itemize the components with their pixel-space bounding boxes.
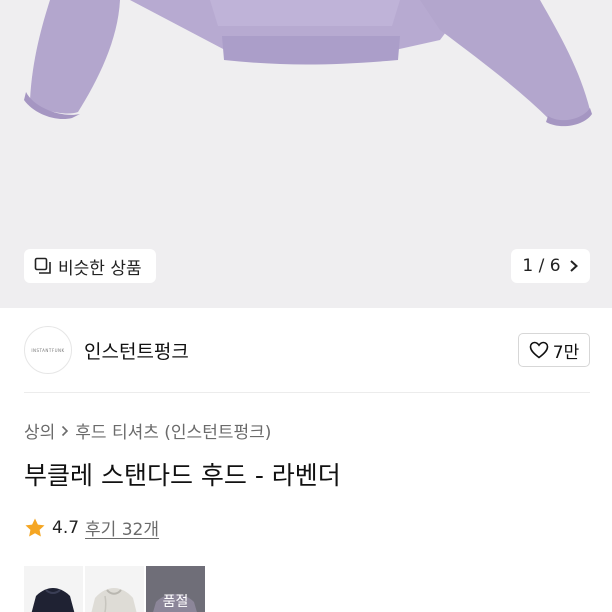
navy-hoodie-thumbnail	[31, 588, 75, 612]
product-title: 부클레 스탠다드 후드 - 라벤더	[24, 461, 341, 490]
heart-icon	[529, 341, 549, 359]
brand-name[interactable]: 인스턴트펑크	[84, 337, 189, 364]
similar-products-label: 비슷한 상품	[58, 258, 142, 279]
breadcrumb-category[interactable]: 상의	[24, 418, 55, 443]
like-count: 7만	[552, 342, 580, 363]
similar-products-button[interactable]: 비슷한 상품	[24, 249, 156, 283]
chevron-right-icon	[62, 425, 69, 436]
breadcrumb: 상의 후드 티셔츠 (인스턴트펑크)	[24, 418, 271, 443]
brand-logo-text: INSTANTFUNK	[31, 347, 65, 353]
breadcrumb-subcategory[interactable]: 후드 티셔츠 (인스턴트펑크)	[75, 418, 271, 443]
color-options: 품절	[24, 566, 205, 612]
stacked-squares-icon	[34, 257, 51, 274]
image-counter-button[interactable]: 1 / 6	[511, 249, 590, 283]
color-option-lavender[interactable]: 품절	[146, 566, 205, 612]
image-counter-text: 1 / 6	[522, 256, 561, 276]
brand-logo[interactable]: INSTANTFUNK	[24, 326, 72, 374]
chevron-right-icon	[569, 260, 578, 272]
review-count-link[interactable]: 후기 32개	[85, 515, 159, 540]
sold-out-badge: 품절	[162, 594, 189, 610]
gray-hoodie-thumbnail	[91, 588, 137, 612]
like-button[interactable]: 7만	[518, 333, 590, 367]
rating-summary[interactable]: 4.7 후기 32개	[24, 515, 159, 540]
color-option-navy[interactable]	[24, 566, 83, 612]
brand-row: INSTANTFUNK 인스턴트펑크 7만	[24, 326, 590, 374]
product-image-gallery[interactable]: 비슷한 상품 1 / 6	[0, 0, 612, 308]
divider	[24, 392, 590, 393]
star-icon	[25, 518, 45, 536]
color-option-light-gray[interactable]	[85, 566, 144, 612]
rating-score: 4.7	[52, 517, 80, 538]
